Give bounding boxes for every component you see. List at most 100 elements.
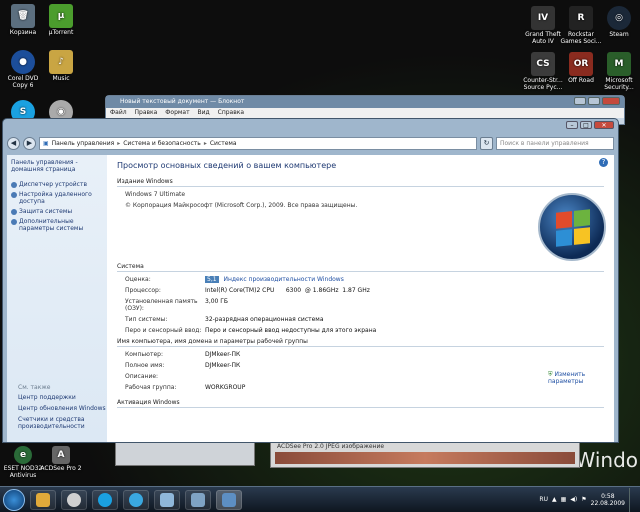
taskbar-item-acdsee[interactable] [185,489,211,510]
description-row: Описание: [117,373,604,380]
acdsee-window[interactable]: ACDSee Pro 2.0 JPEG изображение [270,440,580,468]
system-type-value: 32-разрядная операционная система [205,316,324,323]
maximize-button[interactable] [588,97,600,105]
computer-label: Компьютер: [125,351,163,358]
navigation-toolbar: ◀ ▶ ▣ Панель управления ▸ Система и безо… [7,135,614,151]
see-also-windows-update[interactable]: Центр обновления Windows [18,405,108,412]
sidebar-item-protection[interactable]: Защита системы [11,208,103,215]
notepad-title: Новый текстовый документ — Блокнот [106,96,624,108]
rating-link[interactable]: Индекс производительности Windows [223,276,343,283]
rating-label: Оценка: [125,276,151,283]
edition-name: Windows 7 Ultimate [125,191,186,198]
minimize-button[interactable] [574,97,586,105]
notepad-icon [160,492,174,507]
workgroup-row: Рабочая группа: WORKGROUP [117,384,604,391]
section-activation-title: Активация Windows [117,399,604,408]
desktop-icon-utorrent[interactable]: µ µTorrent [38,4,84,36]
shield-icon [11,209,17,215]
clock[interactable]: 0:58 22.08.2009 [591,493,625,507]
forward-button[interactable]: ▶ [23,136,36,150]
menu-file[interactable]: Файл [110,109,127,116]
close-button[interactable] [602,97,620,105]
clock-date: 22.08.2009 [590,499,625,507]
window-controls: – □ ✕ [566,121,614,129]
recycle-bin-icon: 🗑 [11,4,35,28]
show-desktop-button[interactable] [629,487,637,512]
desktop-icon-music[interactable]: ♪ Music [38,50,84,82]
clock-time: 0:58 [601,492,615,500]
copyright-text: © Корпорация Майкрософт (Microsoft Corp.… [125,202,358,209]
ram-row: Установленная память (ОЗУ): 3,00 ГБ [117,298,604,312]
sidebar-item-remote[interactable]: Настройка удаленного доступа [11,191,103,205]
breadcrumb-control-panel[interactable]: Панель управления [52,140,115,147]
close-button[interactable]: ✕ [594,121,614,129]
desktop-icon-steam[interactable]: ◎ Steam [596,6,640,38]
sidebar-item-device-manager[interactable]: Диспетчер устройств [11,181,103,188]
skype-icon [129,492,143,507]
taskbar-item-notepad[interactable] [154,489,180,510]
section-system-title: Система [117,263,604,272]
desktop-icon-acdsee[interactable]: A ACDSee Pro 2 [38,446,84,472]
rockstar-icon: R [569,6,593,30]
shield-icon: M [607,52,631,76]
sidebar-item-advanced[interactable]: Дополнительные параметры системы [11,218,103,232]
start-button[interactable] [3,488,25,511]
taskbar-item-skype2[interactable] [123,489,149,510]
menu-format[interactable]: Формат [165,109,189,116]
rating-badge[interactable]: 5,1 [205,276,219,283]
folder-icon: ♪ [49,50,73,74]
control-panel-icon [222,492,236,507]
help-icon[interactable]: ? [599,158,608,167]
taskbar-item-explorer[interactable] [30,489,56,510]
menu-help[interactable]: Справка [218,109,244,116]
main-panel: ? Просмотр основных сведений о вашем ком… [107,155,614,442]
breadcrumb-separator-icon: ▸ [203,139,207,147]
breadcrumb-security[interactable]: Система и безопасность [123,140,201,147]
acdsee-thumbnail [275,452,575,464]
system-type-label: Тип системы: [125,316,168,323]
gta-icon: IV [531,6,555,30]
taskbar-item-skype[interactable] [92,489,118,510]
see-also-action-center[interactable]: Центр поддержки [18,394,108,401]
search-input[interactable]: Поиск в панели управления [496,136,614,150]
media-player-icon [67,492,81,507]
see-also-performance[interactable]: Счетчики и средства производительности [18,416,108,430]
desktop-icon-security[interactable]: M Microsoft Security... [596,52,640,91]
refresh-button[interactable]: ↻ [480,136,493,150]
notepad-menu: Файл Правка Формат Вид Справка [106,108,624,118]
computer-row: Компьютер: DJMkeer-ПК [117,351,604,358]
section-computer-title: Имя компьютера, имя домена и параметры р… [117,338,604,347]
page-title: Просмотр основных сведений о вашем компь… [117,161,337,170]
language-indicator[interactable]: RU [539,496,548,503]
flag-icon[interactable]: ⚑ [581,496,586,503]
breadcrumb-system[interactable]: Система [210,140,237,147]
shield-icon [11,192,17,198]
taskbar-item-media[interactable] [61,489,87,510]
processor-row: Процессор: Intel(R) Core(TM)2 CPU 6300 @… [117,287,604,294]
change-settings-link[interactable]: ⛨ Изменить параметры [548,371,608,385]
tray-arrow-icon[interactable]: ▲ [552,496,557,503]
processor-value: Intel(R) Core(TM)2 CPU 6300 @ 1.86GHz 1.… [205,287,370,294]
edition-name-row: Windows 7 Ultimate [117,191,604,198]
see-also-section: См. также Центр поддержки Центр обновлен… [18,384,108,434]
back-button[interactable]: ◀ [7,136,20,150]
maximize-button[interactable]: □ [580,121,592,129]
sidebar-home-link[interactable]: Панель управления - домашняя страница [11,159,103,173]
taskbar-item-control-panel[interactable] [216,489,242,510]
windows-logo-icon [538,193,606,261]
minimize-button[interactable]: – [566,121,578,129]
full-name-value: DJMkeer-ПК [205,362,241,369]
volume-icon[interactable]: ◀) [570,496,577,503]
menu-edit[interactable]: Правка [135,109,158,116]
address-bar[interactable]: ▣ Панель управления ▸ Система и безопасн… [39,136,477,150]
skype-icon [98,492,112,507]
sidebar-item-label: Дополнительные параметры системы [19,218,84,232]
background-window-strip [115,440,255,466]
utorrent-icon: µ [49,4,73,28]
notepad-window-controls [574,97,620,105]
network-icon[interactable]: ▦ [561,496,567,503]
section-edition-title: Издание Windows [117,178,604,187]
pen-label: Перо и сенсорный ввод: [125,327,202,334]
menu-view[interactable]: Вид [198,109,210,116]
acdsee-icon: A [52,446,70,464]
